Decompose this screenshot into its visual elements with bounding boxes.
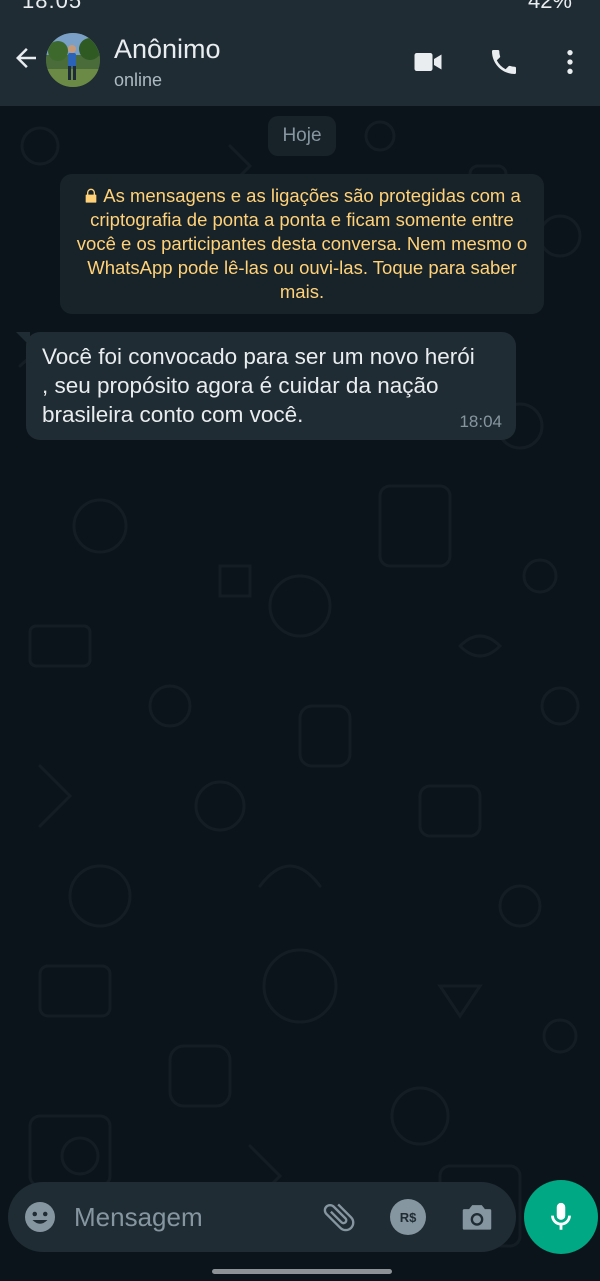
home-indicator[interactable] — [212, 1269, 392, 1274]
message-time: 18:04 — [459, 412, 502, 431]
status-time: 18:05 — [22, 0, 82, 12]
status-bar: 18:05 42% — [0, 0, 600, 12]
contact-name[interactable]: Anônimo — [114, 34, 221, 65]
voice-message-button[interactable] — [524, 1180, 598, 1254]
encryption-notice[interactable]: As mensagens e as ligações são protegida… — [60, 174, 544, 314]
mic-icon — [551, 1202, 571, 1230]
contact-status: online — [114, 70, 163, 90]
back-button[interactable] — [8, 40, 44, 76]
bubble-tail — [16, 332, 30, 346]
date-chip: Hoje — [268, 116, 336, 156]
voice-call-button[interactable] — [484, 42, 524, 82]
encryption-notice-text: As mensagens e as ligações são protegida… — [76, 185, 528, 302]
more-options-button[interactable] — [550, 42, 590, 82]
payment-button[interactable]: R$ — [390, 1199, 426, 1235]
message-text: Você foi convocado para ser um novo heró… — [42, 344, 475, 427]
status-battery: 42% — [528, 0, 572, 12]
lock-icon — [85, 188, 97, 203]
avatar[interactable] — [46, 33, 100, 87]
message-input[interactable] — [74, 1196, 304, 1238]
attach-icon[interactable] — [320, 1198, 358, 1236]
video-call-button[interactable] — [408, 42, 448, 82]
emoji-icon[interactable] — [22, 1199, 58, 1235]
back-arrow-icon — [16, 48, 36, 68]
chat-header: Anônimo online — [0, 12, 600, 106]
video-call-icon — [414, 53, 442, 71]
payment-icon: R$ — [399, 1209, 417, 1225]
chat-area[interactable]: Hoje As mensagens e as ligações são prot… — [0, 106, 600, 1281]
avatar-photo — [46, 33, 100, 87]
phone-icon — [492, 50, 516, 74]
message-composer: R$ — [8, 1182, 516, 1252]
camera-icon[interactable] — [458, 1198, 496, 1236]
message-bubble-incoming[interactable]: Você foi convocado para ser um novo heró… — [16, 332, 516, 440]
more-vert-icon — [567, 50, 573, 74]
